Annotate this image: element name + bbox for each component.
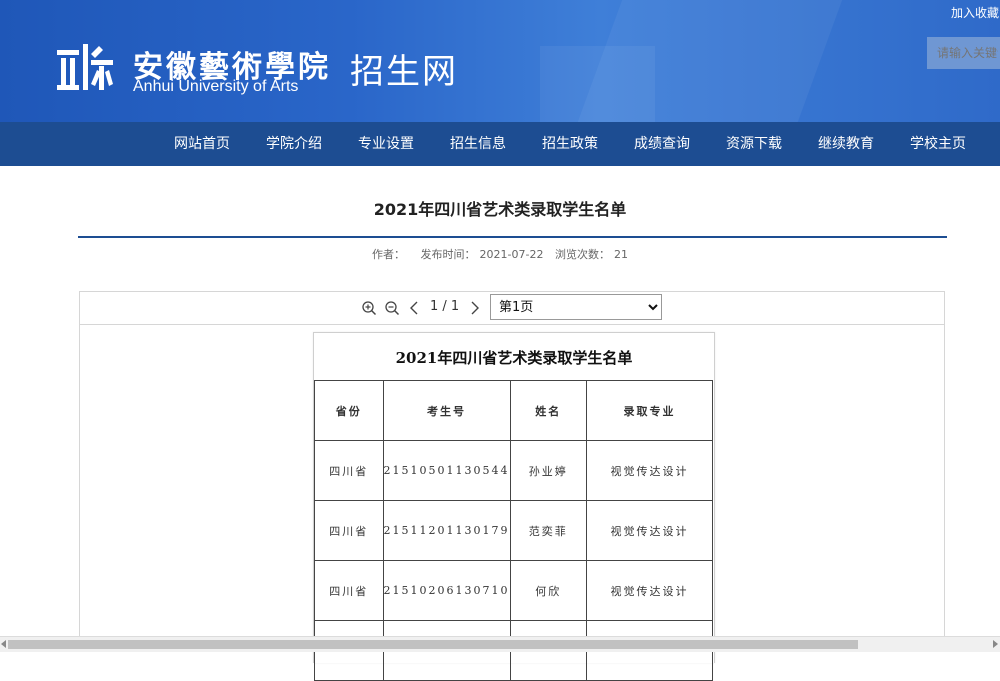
article-title: 2021年四川省艺术类录取学生名单 [373, 200, 627, 219]
add-favorite-link[interactable]: 加入收藏 [951, 4, 999, 21]
table-row: 四川省 21511201130179 范奕菲 视觉传达设计 [314, 500, 714, 561]
publish-label: 发布时间： [420, 248, 476, 261]
zoom-out-icon[interactable] [384, 300, 400, 316]
cell-exam-id: 21510206130710 [382, 560, 511, 621]
header-decoration-block [540, 46, 655, 122]
cell-province: 四川省 [314, 500, 384, 561]
page-counter: 1 / 1 [430, 299, 460, 314]
scrollbar-thumb[interactable] [8, 640, 858, 649]
column-header-exam-id: 考生号 [382, 380, 511, 441]
site-name: 招生网 [350, 52, 458, 92]
document-page: 2021年四川省艺术类录取学生名单 省份 考生号 姓名 录取专业 四川省 215… [313, 332, 715, 681]
nav-item-score-query[interactable]: 成绩查询 [616, 122, 708, 166]
table-header-row: 省份 考生号 姓名 录取专业 [314, 380, 714, 441]
nav-item-majors[interactable]: 专业设置 [340, 122, 432, 166]
cell-major: 视觉传达设计 [585, 560, 714, 621]
cell-province: 四川省 [314, 560, 384, 621]
nav-item-admission-info[interactable]: 招生信息 [432, 122, 524, 166]
horizontal-scrollbar[interactable] [0, 636, 1000, 652]
cell-exam-id: 21510501130544 [382, 440, 511, 501]
views-count: 21 [613, 248, 628, 261]
title-divider [78, 236, 947, 238]
cell-name: 范奕菲 [509, 500, 587, 561]
column-header-province: 省份 [314, 380, 384, 441]
cell-exam-id: 21511201130179 [382, 500, 511, 561]
cell-province: 四川省 [314, 440, 384, 501]
column-header-major: 录取专业 [585, 380, 714, 441]
nav-item-about[interactable]: 学院介绍 [248, 122, 340, 166]
site-header: 安徽藝術學院 Anhui University of Arts 招生网 加入收藏 [0, 0, 1000, 122]
document-title: 2021年四川省艺术类录取学生名单 [395, 349, 633, 367]
scroll-right-arrow-icon[interactable] [993, 640, 998, 648]
nav-item-school-home[interactable]: 学校主页 [892, 122, 984, 166]
university-logo-icon[interactable] [57, 44, 113, 94]
chevron-right-icon[interactable] [466, 300, 482, 316]
views-label: 浏览次数： [554, 248, 610, 261]
cell-name: 孙业婷 [509, 440, 587, 501]
author-label: 作者： [372, 248, 406, 261]
article-meta: 作者： 发布时间： 2021-07-22 浏览次数： 21 [0, 246, 1000, 262]
table-row: 四川省 21510501130544 孙业婷 视觉传达设计 [314, 440, 714, 501]
viewer-toolbar: 1 / 1 第1页 [80, 292, 944, 325]
nav-item-downloads[interactable]: 资源下载 [708, 122, 800, 166]
zoom-in-icon[interactable] [361, 300, 377, 316]
cell-major: 视觉传达设计 [585, 440, 714, 501]
scroll-left-arrow-icon[interactable] [1, 640, 6, 648]
nav-item-continuing-education[interactable]: 继续教育 [800, 122, 892, 166]
table-row: 四川省 21510206130710 何欣 视觉传达设计 [314, 560, 714, 621]
chevron-left-icon[interactable] [407, 300, 423, 316]
pdf-viewer: 1 / 1 第1页 2021年四川省艺术类录取学生名单 省份 考生号 姓名 录取… [79, 291, 945, 681]
main-nav: 网站首页 学院介绍 专业设置 招生信息 招生政策 成绩查询 资源下载 继续教育 … [0, 122, 1000, 166]
column-header-name: 姓名 [509, 380, 587, 441]
cell-major: 视觉传达设计 [585, 500, 714, 561]
search-input[interactable] [927, 37, 1000, 69]
nav-item-admission-policy[interactable]: 招生政策 [524, 122, 616, 166]
logo-english-name: Anhui University of Arts [133, 78, 299, 95]
page-select[interactable]: 第1页 [490, 294, 662, 320]
publish-date: 2021-07-22 [479, 248, 544, 261]
nav-item-home[interactable]: 网站首页 [156, 122, 248, 166]
cell-name: 何欣 [509, 560, 587, 621]
